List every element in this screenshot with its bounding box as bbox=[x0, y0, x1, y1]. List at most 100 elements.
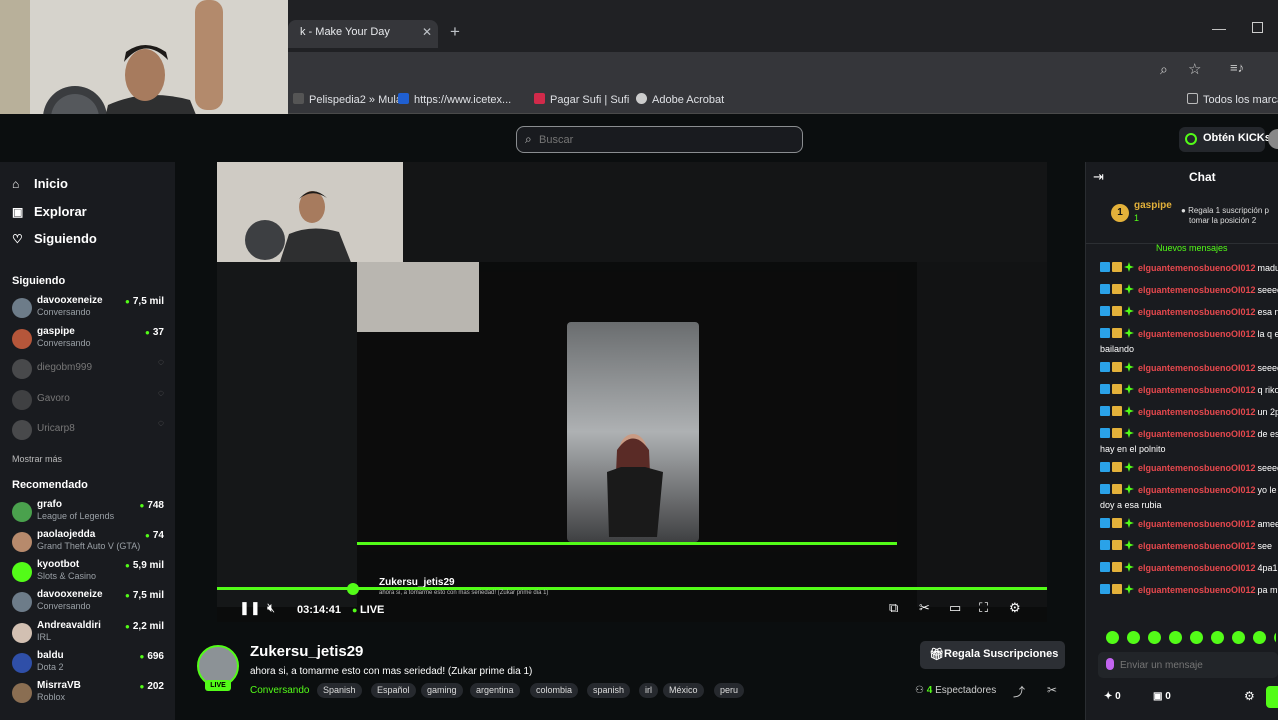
emote-icon[interactable] bbox=[1169, 631, 1182, 644]
chat-input[interactable] bbox=[1120, 657, 1270, 673]
picture-in-picture-icon[interactable]: ⧉ bbox=[889, 600, 898, 616]
emote-icon[interactable] bbox=[1148, 631, 1161, 644]
verified-badge-icon bbox=[1100, 284, 1110, 294]
emote-icon[interactable] bbox=[1190, 631, 1203, 644]
chat-username[interactable]: elguantemenosbuenoOI012 bbox=[1138, 385, 1256, 395]
sidebar-channel-andreavaldiri[interactable]: Andreavaldiri IRL 2,2 mil bbox=[10, 620, 170, 648]
video-progress-bar[interactable] bbox=[217, 587, 1047, 590]
pinned-gift-banner[interactable]: 1 gaspipe 1 ● Regala 1 suscripción p toma… bbox=[1086, 192, 1278, 244]
browser-tab[interactable]: k - Make Your Day ✕ bbox=[288, 20, 438, 48]
nav-following[interactable]: ♡ Siguiendo bbox=[12, 231, 97, 246]
sidebar-channel-gaspipe[interactable]: gaspipe Conversando 37 bbox=[10, 326, 170, 354]
sparkle-badge-icon bbox=[1124, 584, 1134, 594]
viewer-count: 74 bbox=[145, 530, 164, 541]
tag-peru[interactable]: peru bbox=[714, 683, 745, 698]
kicks-balance[interactable]: ✦ 0 bbox=[1104, 691, 1121, 702]
tag-spanish-lower[interactable]: spanish bbox=[587, 683, 631, 698]
tag-gaming[interactable]: gaming bbox=[421, 683, 463, 698]
chat-username[interactable]: elguantemenosbuenoOI012 bbox=[1138, 307, 1256, 317]
chat-username[interactable]: elguantemenosbuenoOI012 bbox=[1138, 485, 1256, 495]
chat-username[interactable]: elguantemenosbuenoOI012 bbox=[1138, 407, 1256, 417]
tag-spanish[interactable]: Spanish bbox=[317, 683, 362, 698]
home-icon: ⌂ bbox=[12, 177, 20, 191]
tag-argentina[interactable]: argentina bbox=[470, 683, 520, 698]
clip-icon[interactable]: ✂ bbox=[919, 600, 930, 616]
sidebar-channel-davooxeneize-rec[interactable]: davooxeneize Conversando 7,5 mil bbox=[10, 589, 170, 617]
chat-text: esa no bbox=[1257, 307, 1278, 317]
sidebar-channel-kyootbot[interactable]: kyootbot Slots & Casino 5,9 mil bbox=[10, 559, 170, 587]
search-box[interactable]: ⌕ bbox=[516, 126, 803, 153]
share-icon[interactable]: ⤴ bbox=[1013, 683, 1025, 700]
sidebar-channel-diegobm999[interactable]: diegobm999 ◌ bbox=[10, 356, 170, 384]
emote-icon[interactable] bbox=[1253, 631, 1266, 644]
sidebar-channel-uricarp8[interactable]: Uricarp8 ◌ bbox=[10, 417, 170, 445]
emote-icon[interactable] bbox=[1106, 631, 1119, 644]
chat-settings-icon[interactable]: ⚙ bbox=[1244, 689, 1255, 703]
tag-colombia[interactable]: colombia bbox=[530, 683, 579, 698]
sidebar-channel-davooxeneize[interactable]: davooxeneize Conversando 7,5 mil bbox=[10, 295, 170, 323]
video-player[interactable]: Zukersu_jetis29 ahora si, a tomarme esto… bbox=[217, 162, 1047, 622]
settings-gear-icon[interactable]: ⚙ bbox=[1009, 600, 1021, 616]
channel-avatar bbox=[12, 502, 32, 522]
tag-espanol[interactable]: Español bbox=[371, 683, 416, 698]
get-kicks-button[interactable]: Obtén KICKs bbox=[1179, 127, 1271, 152]
channel-avatar bbox=[12, 298, 32, 318]
nav-explore[interactable]: ▣ Explorar bbox=[12, 204, 87, 219]
sidebar-channel-grafo[interactable]: grafo League of Legends 748 bbox=[10, 499, 170, 527]
sidebar-channel-baldu[interactable]: baldu Dota 2 696 bbox=[10, 650, 170, 678]
mute-icon[interactable]: 🔇︎ bbox=[267, 600, 275, 616]
clip-icon[interactable]: ✂ bbox=[1047, 683, 1057, 697]
chat-username[interactable]: elguantemenosbuenoOI012 bbox=[1138, 463, 1256, 473]
tag-mexico[interactable]: México bbox=[663, 683, 704, 698]
chat-username[interactable]: elguantemenosbuenoOI012 bbox=[1138, 263, 1256, 273]
chat-username[interactable]: elguantemenosbuenoOI012 bbox=[1138, 285, 1256, 295]
streamer-name[interactable]: Zukersu_jetis29 bbox=[250, 643, 363, 660]
emote-icon[interactable] bbox=[1127, 631, 1140, 644]
nav-home[interactable]: ⌂ Inicio bbox=[12, 176, 68, 191]
pause-icon[interactable]: ❚❚ bbox=[239, 600, 261, 616]
emote-icon[interactable] bbox=[1211, 631, 1224, 644]
bookmark-acrobat[interactable]: Adobe Acrobat bbox=[636, 93, 724, 106]
sidebar-channel-gavoro[interactable]: Gavoro ◌ bbox=[10, 387, 170, 415]
channel-avatar bbox=[12, 683, 32, 703]
emote-icon[interactable] bbox=[1232, 631, 1245, 644]
minimize-icon[interactable]: — bbox=[1212, 20, 1226, 36]
new-messages-divider[interactable]: Nuevos mensajes bbox=[1156, 243, 1228, 253]
chat-username[interactable]: elguantemenosbuenoOI012 bbox=[1138, 429, 1256, 439]
zoom-icon[interactable]: ⌕ bbox=[1160, 61, 1168, 78]
chat-username[interactable]: elguantemenosbuenoOI012 bbox=[1138, 563, 1256, 573]
bookmark-star-icon[interactable]: ☆ bbox=[1188, 60, 1201, 78]
fullscreen-icon[interactable]: ⛶ bbox=[979, 600, 988, 616]
maximize-icon[interactable] bbox=[1252, 22, 1263, 33]
show-more-link[interactable]: Mostrar más bbox=[12, 454, 62, 464]
tag-irl[interactable]: irl bbox=[639, 683, 658, 698]
close-icon[interactable]: ✕ bbox=[422, 25, 432, 39]
user-avatar[interactable] bbox=[1268, 129, 1278, 149]
media-control-icon[interactable]: ≡♪ bbox=[1230, 60, 1244, 75]
chat-text: 4pa1 bbox=[1257, 563, 1278, 573]
emote-icon[interactable] bbox=[1274, 631, 1276, 644]
verified-badge-icon bbox=[1100, 484, 1110, 494]
bookmark-sufi[interactable]: Pagar Sufi | Sufi bbox=[534, 93, 629, 106]
chat-username[interactable]: elguantemenosbuenoOI012 bbox=[1138, 329, 1256, 339]
viewer-count: 37 bbox=[145, 327, 164, 338]
send-button[interactable] bbox=[1266, 686, 1278, 708]
chat-username[interactable]: elguantemenosbuenoOI012 bbox=[1138, 541, 1256, 551]
new-tab-icon[interactable]: + bbox=[450, 22, 460, 42]
search-input[interactable] bbox=[539, 131, 794, 149]
bookmark-pelispedia[interactable]: Pelispedia2 » Mulán bbox=[293, 93, 408, 106]
collapse-chat-icon[interactable]: ⇥ bbox=[1093, 169, 1104, 185]
sidebar-channel-paolaojedda[interactable]: paolaojedda Grand Theft Auto V (GTA) 74 bbox=[10, 529, 170, 557]
chat-message: elguantemenosbuenoOI012 q riko bbox=[1100, 384, 1278, 395]
theater-mode-icon[interactable]: ▭ bbox=[949, 600, 961, 616]
sidebar-channel-misrravb[interactable]: MisrraVB Roblox 202 bbox=[10, 680, 170, 708]
chat-input-box[interactable] bbox=[1098, 652, 1278, 678]
stream-category[interactable]: Conversando bbox=[250, 685, 309, 696]
bookmark-all-bookmarks[interactable]: Todos los marca bbox=[1187, 93, 1278, 106]
gift-subscriptions-button[interactable]: 🎁︎ Regala Suscripciones bbox=[920, 641, 1065, 669]
chat-username[interactable]: elguantemenosbuenoOI012 bbox=[1138, 585, 1256, 595]
chat-username[interactable]: elguantemenosbuenoOI012 bbox=[1138, 519, 1256, 529]
bookmark-icetex[interactable]: https://www.icetex... bbox=[398, 93, 511, 106]
subs-balance[interactable]: ▣ 0 bbox=[1153, 691, 1171, 702]
chat-username[interactable]: elguantemenosbuenoOI012 bbox=[1138, 363, 1256, 373]
